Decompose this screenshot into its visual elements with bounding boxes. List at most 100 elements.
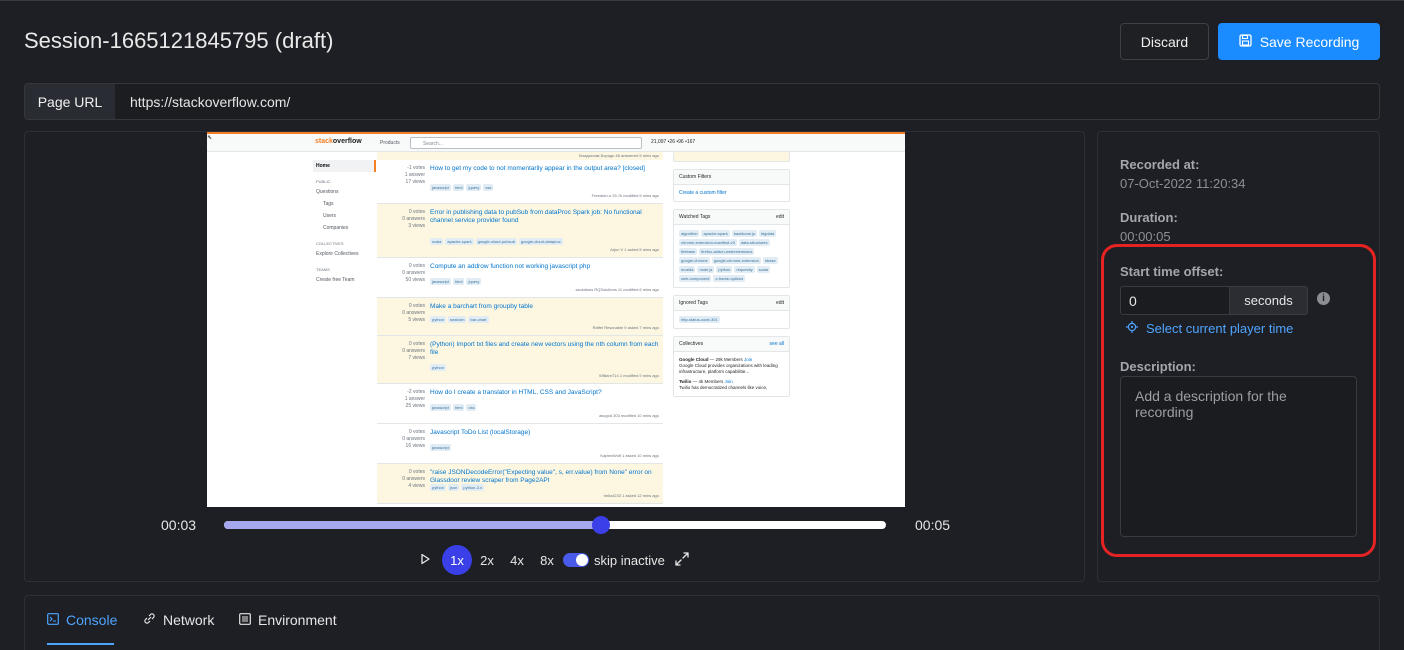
- so-question-row: 0 votes 0 answers 16 views Javascript ToDo …: [377, 424, 663, 464]
- so-question-row: 0 votes 0 answers 7 views (Python) Import t…: [377, 336, 663, 384]
- speed-button-8x[interactable]: 8x: [532, 545, 562, 575]
- description-textarea[interactable]: Add a description for the recording: [1120, 376, 1357, 537]
- crosshair-icon: [1126, 321, 1138, 336]
- page-title: Session-1665121845795 (draft): [24, 28, 334, 53]
- so-question-row: 0 votes 0 answers 5 views Make a barchart f…: [377, 298, 663, 336]
- so-sidebar-tag: data-structures: [738, 239, 770, 246]
- progress-thumb[interactable]: [592, 516, 610, 534]
- so-tag: seaborn: [448, 316, 467, 323]
- so-question-tags: javascript: [430, 444, 451, 451]
- so-tag: jquery: [466, 184, 482, 191]
- fullscreen-button[interactable]: [675, 544, 689, 576]
- so-question-tags: javascript html css: [430, 404, 477, 411]
- progress-track[interactable]: [224, 521, 886, 529]
- total-time: 00:05: [915, 517, 951, 533]
- skip-inactive-control[interactable]: skip inactive: [563, 544, 665, 576]
- so-question-title: "raise JSONDecodeError("Expecting value"…: [430, 469, 652, 484]
- speed-button-4x[interactable]: 4x: [502, 545, 532, 575]
- so-tag: json: [448, 484, 460, 491]
- tab-console-label: Console: [66, 612, 118, 628]
- so-question-stats: -1 votes 1 answer 17 views: [404, 165, 425, 185]
- start-offset-input[interactable]: 0: [1120, 286, 1230, 315]
- save-recording-button[interactable]: Save Recording: [1218, 23, 1380, 60]
- so-sidebar-tag: requestly: [734, 266, 755, 273]
- tab-console[interactable]: Console: [47, 612, 117, 628]
- so-nav-explore: Explore Collectives: [316, 251, 359, 257]
- speed-button-2x[interactable]: 2x: [472, 545, 502, 575]
- so-tag: javascript: [430, 184, 451, 191]
- recorded-at-label: Recorded at:: [1120, 157, 1200, 172]
- so-tag: google-cloud-pubsub: [475, 238, 517, 245]
- so-sidebar-tag: node.js: [697, 266, 715, 273]
- so-sidebar-tag: chrome-extension-manifest-v3: [679, 239, 737, 246]
- duration-value: 00:00:05: [1120, 229, 1171, 244]
- so-sidebar-tag: mozilla: [679, 266, 696, 273]
- so-question-tags: javascript html jquery css: [430, 184, 494, 191]
- tab-network[interactable]: Network: [143, 612, 214, 628]
- start-offset-label: Start time offset:: [1120, 264, 1224, 279]
- discard-button[interactable]: Discard: [1120, 23, 1209, 60]
- so-tag: html: [452, 184, 465, 191]
- recording-viewport[interactable]: ⬉ stackoverflow Products Search... 21,09…: [207, 132, 905, 507]
- so-question-title: Error in publishing data to pubSub from …: [430, 209, 642, 224]
- so-question-meta: Raffel Resonable 9 asked 7 mins ago: [592, 325, 659, 330]
- so-tag: css: [483, 184, 494, 191]
- fullscreen-icon: [675, 551, 689, 569]
- so-tag: html: [452, 404, 465, 411]
- so-question-meta: Arjun V 1 asked 5 mins ago: [610, 247, 659, 252]
- tab-environment[interactable]: Environment: [239, 612, 337, 628]
- so-watched-tags: Watched Tags edit algorithm apache-spark ba…: [673, 209, 790, 288]
- select-current-time-label: Select current player time: [1146, 321, 1294, 336]
- so-question-row: 0 votes 0 answers 3 views Error in publishi…: [377, 204, 663, 258]
- so-question-meta: ssolutions RQSolutions 11 modified 6 min…: [575, 287, 659, 292]
- so-nav-teams: TEAMS: [316, 267, 330, 272]
- so-collectives: Collectives see all Google Cloud — 29k Me…: [673, 336, 790, 397]
- so-question-list: Владислав Бородь 48 answered 5 mins ago …: [377, 152, 663, 504]
- network-icon: [143, 612, 156, 628]
- page-url-value[interactable]: https://stackoverflow.com/: [130, 94, 290, 110]
- so-tag: jquery: [466, 278, 482, 285]
- info-icon[interactable]: i: [1317, 292, 1330, 305]
- so-tag: python: [430, 364, 447, 371]
- so-nav-tags: Tags: [323, 201, 334, 207]
- so-sidebar-tag: firebase: [679, 248, 698, 255]
- console-icon: [47, 612, 59, 628]
- so-tag: html: [452, 278, 465, 285]
- start-offset-unit: seconds: [1229, 286, 1308, 315]
- so-sidebar-tag: python: [716, 266, 733, 273]
- active-tab-underline: [47, 643, 114, 645]
- so-question-tags: javascript html jquery: [430, 278, 482, 285]
- so-tag: css: [466, 404, 477, 411]
- so-sidebar-tag: web-component: [679, 275, 712, 282]
- so-tag: scala: [430, 238, 444, 245]
- so-sidebar-tag: algorithm: [679, 230, 700, 237]
- duration-label: Duration:: [1120, 210, 1178, 225]
- so-question-title: Make a barchart from groupby table: [430, 303, 533, 310]
- so-sidebar-tag: apache-spark: [701, 230, 730, 237]
- so-nav-collectives: COLLECTIVES: [316, 241, 344, 246]
- save-recording-label: Save Recording: [1259, 33, 1360, 50]
- so-question-title: (Python) Import txt files and create new…: [430, 341, 659, 356]
- skip-inactive-toggle[interactable]: [563, 553, 589, 567]
- so-search: Search...: [410, 137, 642, 149]
- so-sidebar-tag: bigdata: [759, 230, 777, 237]
- so-reputation: 21,097 •26 •96 •167: [651, 139, 696, 145]
- tab-network-label: Network: [163, 612, 215, 628]
- select-current-time-link[interactable]: Select current player time: [1126, 321, 1293, 336]
- description-label: Description:: [1120, 359, 1196, 374]
- so-question-row: 0 votes 0 answers 4 views "raise JSONDecode…: [377, 464, 663, 504]
- so-tag: javascript: [430, 278, 451, 285]
- speed-button-1x[interactable]: 1x: [442, 545, 472, 575]
- play-button[interactable]: [419, 544, 431, 576]
- so-question-title: Compute an addrow function not working j…: [430, 263, 591, 270]
- so-question-row: -1 votes 1 answer 17 views How to get my co…: [377, 160, 663, 204]
- so-top-meta: Владислав Бородь 48 answered 5 mins ago: [377, 152, 663, 160]
- so-side-top: [673, 152, 790, 162]
- so-question-stats: 0 votes 0 answers 5 views: [402, 303, 425, 323]
- so-question-title: How to get my code to not momentarily ap…: [430, 165, 645, 172]
- skip-inactive-label: skip inactive: [594, 552, 665, 568]
- so-sidebar-tag: google-chrome-extension: [711, 257, 761, 264]
- play-icon: [419, 553, 431, 568]
- so-question-meta: hello4233 1 asked 12 mins ago: [603, 493, 659, 498]
- so-topbar: ⬉ stackoverflow Products Search... 21,09…: [207, 132, 905, 152]
